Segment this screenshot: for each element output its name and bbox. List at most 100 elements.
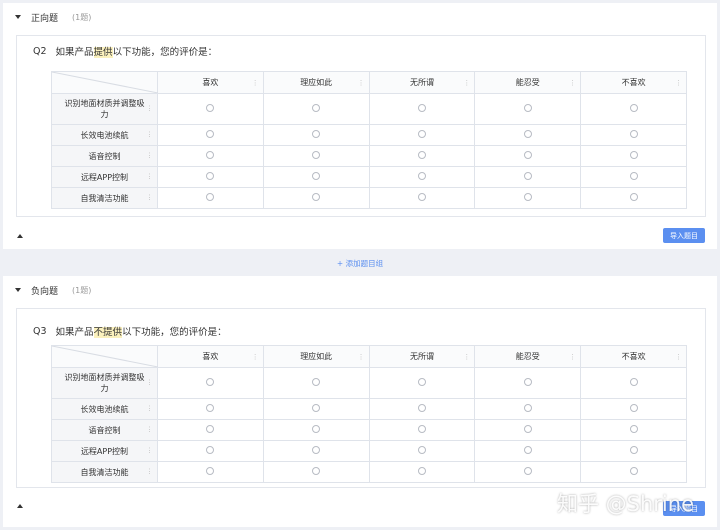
radio-button[interactable]: [523, 425, 532, 433]
column-header[interactable]: 理应如此 ⋮: [262, 345, 370, 368]
row-menu-icon[interactable]: ⋮: [146, 446, 153, 457]
column-header[interactable]: 无所谓 ⋮: [368, 345, 476, 368]
column-header[interactable]: 能忍受 ⋮: [474, 71, 582, 94]
column-menu-icon[interactable]: ⋮: [358, 79, 365, 87]
radio-button[interactable]: [312, 446, 321, 454]
column-header[interactable]: 不喜欢 ⋮: [580, 345, 687, 368]
radio-button[interactable]: [312, 467, 321, 475]
radio-button[interactable]: [417, 446, 426, 454]
column-menu-icon[interactable]: ⋮: [675, 79, 682, 87]
radio-button[interactable]: [417, 193, 426, 201]
column-menu-icon[interactable]: ⋮: [569, 79, 576, 87]
column-menu-icon[interactable]: ⋮: [463, 353, 470, 361]
radio-button[interactable]: [206, 425, 215, 433]
row-label-cell[interactable]: 识别地面材质并调整吸力 ⋮: [51, 367, 158, 399]
radio-button[interactable]: [629, 172, 638, 180]
row-menu-icon[interactable]: ⋮: [146, 130, 153, 141]
radio-button[interactable]: [206, 151, 215, 159]
radio-button[interactable]: [629, 151, 638, 159]
row-menu-icon[interactable]: ⋮: [146, 172, 153, 183]
row-menu-icon[interactable]: ⋮: [146, 151, 153, 162]
column-menu-icon[interactable]: ⋮: [569, 353, 576, 361]
radio-button[interactable]: [206, 193, 215, 201]
radio-button[interactable]: [523, 404, 532, 412]
row-menu-icon[interactable]: ⋮: [146, 404, 153, 415]
radio-button[interactable]: [312, 151, 321, 159]
radio-button[interactable]: [629, 446, 638, 454]
radio-button[interactable]: [629, 467, 638, 475]
radio-button[interactable]: [417, 425, 426, 433]
radio-button[interactable]: [629, 425, 638, 433]
column-header[interactable]: 喜欢 ⋮: [157, 71, 264, 94]
column-menu-icon[interactable]: ⋮: [252, 79, 259, 87]
radio-button[interactable]: [417, 130, 426, 138]
column-menu-icon[interactable]: ⋮: [463, 79, 470, 87]
radio-button[interactable]: [312, 378, 321, 386]
section-header[interactable]: 负向题 (1题): [3, 276, 717, 304]
radio-button[interactable]: [523, 446, 532, 454]
radio-button[interactable]: [206, 446, 215, 454]
radio-button[interactable]: [523, 130, 532, 138]
row-menu-icon[interactable]: ⋮: [146, 378, 153, 389]
row-label-cell[interactable]: 语音控制 ⋮: [51, 145, 158, 167]
column-menu-icon[interactable]: ⋮: [358, 353, 365, 361]
radio-button[interactable]: [312, 172, 321, 180]
radio-button[interactable]: [312, 130, 321, 138]
row-label-cell[interactable]: 长效电池续航 ⋮: [51, 398, 158, 420]
radio-button[interactable]: [312, 193, 321, 201]
column-header[interactable]: 不喜欢 ⋮: [580, 71, 687, 94]
add-question-group-link[interactable]: + 添加题目组: [0, 258, 720, 269]
import-questions-button[interactable]: 导入题目: [663, 228, 705, 243]
row-menu-icon[interactable]: ⋮: [146, 425, 153, 436]
radio-button[interactable]: [417, 151, 426, 159]
column-menu-icon[interactable]: ⋮: [252, 353, 259, 361]
radio-button[interactable]: [206, 130, 215, 138]
row-menu-icon[interactable]: ⋮: [146, 104, 153, 115]
radio-cell: [474, 398, 582, 420]
radio-button[interactable]: [206, 378, 215, 386]
radio-button[interactable]: [523, 104, 532, 112]
radio-button[interactable]: [417, 172, 426, 180]
radio-button[interactable]: [417, 104, 426, 112]
radio-button[interactable]: [523, 151, 532, 159]
row-label-cell[interactable]: 语音控制 ⋮: [51, 419, 158, 441]
section-header[interactable]: 正向题 (1题): [3, 3, 717, 31]
radio-button[interactable]: [523, 172, 532, 180]
radio-button[interactable]: [417, 404, 426, 412]
row-label-cell[interactable]: 自我清洁功能 ⋮: [51, 187, 158, 209]
radio-button[interactable]: [629, 404, 638, 412]
radio-button[interactable]: [417, 378, 426, 386]
radio-button[interactable]: [629, 104, 638, 112]
radio-button[interactable]: [629, 378, 638, 386]
radio-cell: [157, 187, 264, 209]
column-header[interactable]: 无所谓 ⋮: [368, 71, 476, 94]
radio-button[interactable]: [417, 467, 426, 475]
column-header[interactable]: 喜欢 ⋮: [157, 345, 264, 368]
column-header[interactable]: 理应如此 ⋮: [262, 71, 370, 94]
radio-button[interactable]: [629, 193, 638, 201]
radio-button[interactable]: [523, 193, 532, 201]
column-menu-icon[interactable]: ⋮: [675, 353, 682, 361]
radio-button[interactable]: [523, 467, 532, 475]
radio-button[interactable]: [206, 404, 215, 412]
collapse-caret-icon[interactable]: [15, 288, 21, 292]
radio-button[interactable]: [206, 104, 215, 112]
radio-button[interactable]: [206, 467, 215, 475]
collapse-up-caret-icon[interactable]: [17, 504, 23, 508]
row-label-cell[interactable]: 远程APP控制 ⋮: [51, 440, 158, 462]
row-label-cell[interactable]: 长效电池续航 ⋮: [51, 124, 158, 146]
radio-button[interactable]: [312, 104, 321, 112]
collapse-caret-icon[interactable]: [15, 15, 21, 19]
row-menu-icon[interactable]: ⋮: [146, 467, 153, 478]
radio-button[interactable]: [629, 130, 638, 138]
radio-button[interactable]: [523, 378, 532, 386]
radio-button[interactable]: [312, 425, 321, 433]
row-label-cell[interactable]: 识别地面材质并调整吸力 ⋮: [51, 93, 158, 125]
row-label-cell[interactable]: 自我清洁功能 ⋮: [51, 461, 158, 483]
collapse-up-caret-icon[interactable]: [17, 234, 23, 238]
row-label-cell[interactable]: 远程APP控制 ⋮: [51, 166, 158, 188]
radio-button[interactable]: [312, 404, 321, 412]
radio-button[interactable]: [206, 172, 215, 180]
column-header[interactable]: 能忍受 ⋮: [474, 345, 582, 368]
row-menu-icon[interactable]: ⋮: [146, 193, 153, 204]
